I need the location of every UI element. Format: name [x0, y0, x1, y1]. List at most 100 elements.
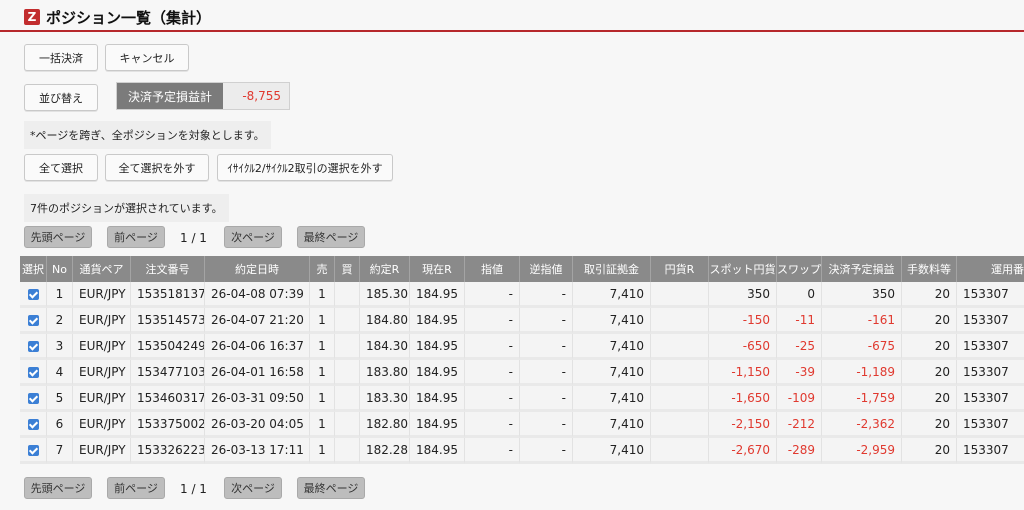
cell-cur-rate: 184.95	[410, 334, 465, 360]
cell-fee: 20	[902, 282, 957, 308]
select-all-button[interactable]: 全て選択	[24, 154, 98, 181]
column-header: 通貨ペア	[73, 256, 131, 282]
row-checkbox[interactable]	[27, 392, 39, 404]
brand-logo-icon: Z	[24, 9, 40, 25]
table-row[interactable]: 7 EUR/JPY 153326223 26-03-13 17:11 1 182.28 18…	[20, 438, 1024, 464]
cell-sell: 1	[310, 386, 335, 412]
row-checkbox[interactable]	[27, 288, 39, 300]
row-select-cell[interactable]	[20, 308, 47, 334]
pager-last-button[interactable]: 最終ページ	[297, 226, 365, 248]
table-row[interactable]: 5 EUR/JPY 153460317 26-03-31 09:50 1 183.30 18…	[20, 386, 1024, 412]
table-row[interactable]: 6 EUR/JPY 153375002 26-03-20 04:05 1 182.80 18…	[20, 412, 1024, 438]
cell-cur-rate: 184.95	[410, 282, 465, 308]
pager-prev-button[interactable]: 前ページ	[107, 226, 165, 248]
cell-exec-rate: 183.30	[360, 386, 410, 412]
row-select-cell[interactable]	[20, 282, 47, 308]
column-header: 現在R	[410, 256, 465, 282]
deselect-all-button[interactable]: 全て選択を外す	[105, 154, 209, 181]
cell-no: 3	[47, 334, 73, 360]
cell-cur-rate: 184.95	[410, 308, 465, 334]
cell-stop: -	[520, 334, 573, 360]
cell-no: 6	[47, 412, 73, 438]
cell-fee: 20	[902, 308, 957, 334]
cell-datetime: 26-04-01 16:58	[205, 360, 310, 386]
pager-next-button[interactable]: 次ページ	[224, 226, 282, 248]
row-select-cell[interactable]	[20, 412, 47, 438]
row-checkbox[interactable]	[27, 340, 39, 352]
cell-exec-rate: 182.80	[360, 412, 410, 438]
table-row[interactable]: 2 EUR/JPY 153514573 26-04-07 21:20 1 184.80 18…	[20, 308, 1024, 334]
cell-exec-rate: 185.30	[360, 282, 410, 308]
column-header: 決済予定損益	[822, 256, 902, 282]
row-select-cell[interactable]	[20, 438, 47, 464]
pager-first-button[interactable]: 先頭ページ	[24, 226, 92, 248]
pager-first-button-bottom[interactable]: 先頭ページ	[24, 477, 92, 499]
cell-stop: -	[520, 308, 573, 334]
row-checkbox[interactable]	[27, 418, 39, 430]
row-checkbox[interactable]	[27, 366, 39, 378]
cell-sell: 1	[310, 334, 335, 360]
pager-last-button-bottom[interactable]: 最終ページ	[297, 477, 365, 499]
cell-margin: 7,410	[573, 412, 651, 438]
cell-op: 153307	[957, 438, 1024, 464]
cell-pair: EUR/JPY	[73, 282, 131, 308]
column-header: 指値	[465, 256, 520, 282]
cell-datetime: 26-04-06 16:37	[205, 334, 310, 360]
sort-button[interactable]: 並び替え	[24, 84, 98, 111]
cell-order: 153518137	[131, 282, 205, 308]
column-header: 逆指値	[520, 256, 573, 282]
cell-pair: EUR/JPY	[73, 308, 131, 334]
cell-spot: -1,650	[709, 386, 777, 412]
cell-margin: 7,410	[573, 308, 651, 334]
deselect-cycle-button[interactable]: ｲｻｲｸﾙ2/ｻｲｸﾙ2取引の選択を外す	[217, 154, 393, 181]
cell-spot: -650	[709, 334, 777, 360]
cell-no: 5	[47, 386, 73, 412]
cell-margin: 7,410	[573, 360, 651, 386]
cell-stop: -	[520, 412, 573, 438]
cell-swap: -289	[777, 438, 822, 464]
cell-datetime: 26-03-20 04:05	[205, 412, 310, 438]
bulk-settle-button[interactable]: 一括決済	[24, 44, 98, 71]
pager-prev-button-bottom[interactable]: 前ページ	[107, 477, 165, 499]
cell-cur-rate: 184.95	[410, 360, 465, 386]
cell-op: 153307	[957, 308, 1024, 334]
cell-fee: 20	[902, 438, 957, 464]
cell-limit: -	[465, 386, 520, 412]
cell-order: 153504249	[131, 334, 205, 360]
cell-swap: -11	[777, 308, 822, 334]
cell-fee: 20	[902, 360, 957, 386]
column-header: 手数料等	[902, 256, 957, 282]
cell-order: 153514573	[131, 308, 205, 334]
cell-stop: -	[520, 386, 573, 412]
cell-cur-rate: 184.95	[410, 386, 465, 412]
row-checkbox[interactable]	[27, 314, 39, 326]
cell-limit: -	[465, 438, 520, 464]
pl-summary: 決済予定損益計 -8,755	[116, 82, 290, 110]
row-select-cell[interactable]	[20, 334, 47, 360]
cell-sell: 1	[310, 412, 335, 438]
cell-yen-rate	[651, 360, 709, 386]
cell-margin: 7,410	[573, 282, 651, 308]
pager-count-bottom: 1 / 1	[180, 482, 207, 496]
cell-swap: -39	[777, 360, 822, 386]
cell-pl: 350	[822, 282, 902, 308]
cell-exec-rate: 182.28	[360, 438, 410, 464]
row-checkbox[interactable]	[27, 444, 39, 456]
positions-table: 選択 No 通貨ペア 注文番号 約定日時 売 買 約定R 現在R 指値 逆指値 …	[20, 256, 1024, 464]
cancel-button[interactable]: キャンセル	[105, 44, 189, 71]
row-select-cell[interactable]	[20, 360, 47, 386]
table-row[interactable]: 4 EUR/JPY 153477103 26-04-01 16:58 1 183.80 18…	[20, 360, 1024, 386]
page-header: Z ポジション一覧（集計）	[0, 0, 1024, 32]
cell-buy	[335, 438, 360, 464]
cell-pl: -1,189	[822, 360, 902, 386]
cell-stop: -	[520, 360, 573, 386]
column-header: No	[47, 256, 73, 282]
table-row[interactable]: 1 EUR/JPY 153518137 26-04-08 07:39 1 185.30 18…	[20, 282, 1024, 308]
column-header: 買	[335, 256, 360, 282]
row-select-cell[interactable]	[20, 386, 47, 412]
pager-next-button-bottom[interactable]: 次ページ	[224, 477, 282, 499]
table-row[interactable]: 3 EUR/JPY 153504249 26-04-06 16:37 1 184.30 18…	[20, 334, 1024, 360]
cell-margin: 7,410	[573, 334, 651, 360]
cell-order: 153375002	[131, 412, 205, 438]
column-header: 選択	[20, 256, 47, 282]
